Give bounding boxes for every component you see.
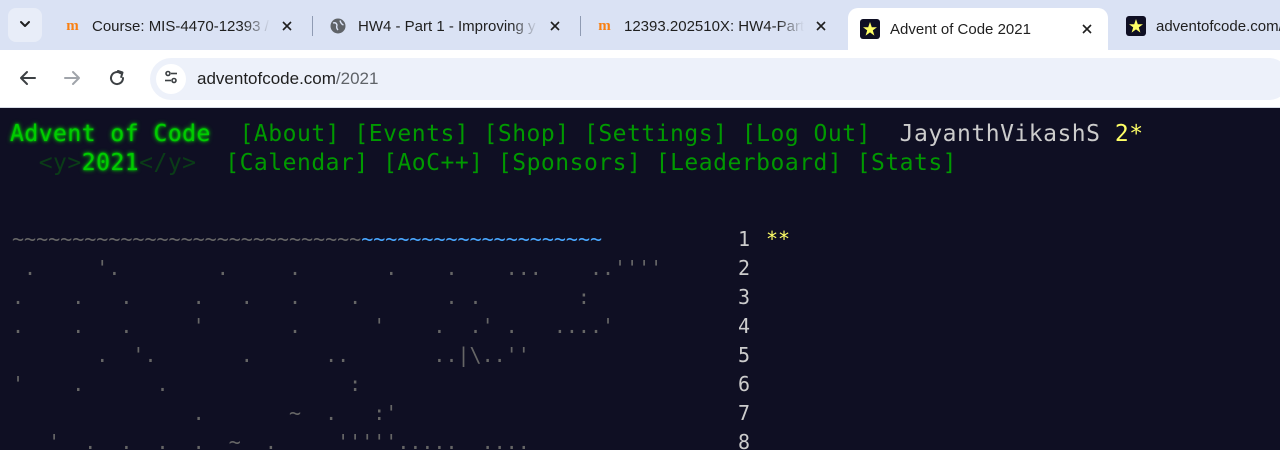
globe-icon	[328, 16, 348, 36]
url-host: adventofcode.com	[197, 69, 336, 88]
ocean-surface: ~~~~~~~~~~~~~~~~~~~~~~~~~~~~~	[12, 227, 362, 251]
calendar-day-4-art: . . . ' . ' . .' . ....'	[12, 314, 615, 338]
close-icon[interactable]	[278, 17, 296, 35]
day-number: 3	[738, 285, 751, 309]
day-number: 4	[738, 314, 751, 338]
aoc-star-icon	[860, 19, 880, 39]
tab-title: Course: MIS-4470-12393 /	[92, 17, 269, 35]
tab-title: adventofcode.com/	[1156, 17, 1280, 35]
tab-separator	[312, 16, 313, 36]
year-link[interactable]: <y>2021</y>	[39, 150, 197, 176]
nav-events[interactable]: [Events]	[354, 121, 469, 147]
moodle-icon: m	[598, 17, 611, 34]
tab-title: HW4 - Part 1 - Improving y	[358, 17, 536, 35]
tab-separator	[580, 16, 581, 36]
day-number: 5	[738, 343, 751, 367]
header-line-1: Advent of Code [About] [Events] [Shop] […	[10, 121, 1144, 147]
nav-shop[interactable]: [Shop]	[484, 121, 570, 147]
address-bar[interactable]: adventofcode.com/2021	[150, 58, 1280, 100]
back-button[interactable]	[11, 63, 45, 97]
aoc-star-icon	[1126, 16, 1146, 36]
username: JayanthVikashS	[899, 121, 1101, 147]
year-tag-close: </y>	[139, 150, 197, 176]
tab-search-button[interactable]	[8, 8, 42, 42]
day-number: 8	[738, 430, 751, 450]
nav-stats[interactable]: [Stats]	[857, 150, 957, 176]
tab-hw4-part1[interactable]: HW4 - Part 1 - Improving y	[316, 8, 576, 44]
site-title-link[interactable]: Advent of Code	[10, 121, 211, 147]
tune-icon	[163, 69, 179, 89]
calendar-day-6-art: ' . . :	[12, 372, 362, 396]
tab-title: 12393.202510X: HW4-Part1	[624, 17, 804, 35]
day-number: 6	[738, 372, 751, 396]
tab-adventofcode[interactable]: adventofcode.com/	[1114, 8, 1280, 44]
nav-calendar[interactable]: [Calendar]	[225, 150, 368, 176]
forward-button[interactable]	[55, 63, 89, 97]
calendar-day-1-art[interactable]: ~~~~~~~~~~~~~~~~~~~~~~~~~~~~~~~~~~~~~~~~…	[12, 225, 602, 254]
close-icon[interactable]	[546, 17, 564, 35]
browser-toolbar: adventofcode.com/2021	[0, 50, 1280, 108]
day-stars: **	[766, 227, 791, 251]
reload-button[interactable]	[100, 63, 134, 97]
aoc-page: Advent of Code [About] [Events] [Shop] […	[0, 109, 1280, 450]
nav-sponsors[interactable]: [Sponsors]	[498, 150, 641, 176]
calendar-day-3-art: . . . . . . . . . :	[12, 285, 590, 309]
nav-aocplusplus[interactable]: [AoC++]	[383, 150, 483, 176]
nav-settings[interactable]: [Settings]	[584, 121, 727, 147]
close-icon[interactable]	[812, 17, 830, 35]
day-number[interactable]: 2	[738, 254, 768, 283]
nav-about[interactable]: [About]	[240, 121, 340, 147]
reload-icon	[107, 68, 127, 92]
tab-hw4-moodle[interactable]: m 12393.202510X: HW4-Part1	[582, 8, 842, 44]
day-number[interactable]: 1	[738, 225, 768, 254]
calendar-day-7-art: . ~ . :'	[12, 401, 398, 425]
calendar-day-8-art: ' . . . . ~ . '''''..... ....	[12, 430, 530, 450]
header-line-2: <y>2021</y> [Calendar] [AoC++] [Sponsors…	[10, 150, 957, 176]
arrow-right-icon	[62, 68, 82, 92]
tab-title: Advent of Code 2021	[890, 20, 1031, 38]
calendar-day-2-art: . '. . . . . ... ..''''	[12, 256, 663, 280]
tab-course[interactable]: m Course: MIS-4470-12393 /	[50, 8, 308, 44]
day-number: 7	[738, 401, 751, 425]
nav-log-out[interactable]: [Log Out]	[742, 121, 871, 147]
close-icon[interactable]	[1078, 20, 1096, 38]
url-path: /2021	[335, 69, 379, 88]
moodle-icon: m	[66, 17, 79, 34]
calendar-day-5-art: . '. . .. ..|\..''	[12, 343, 530, 367]
ocean-waves: ~~~~~~~~~~~~~~~~~~~~	[361, 227, 603, 251]
year-tag-open: <y>	[38, 150, 82, 176]
tab-strip: m Course: MIS-4470-12393 / HW4 - Part 1 …	[0, 0, 1280, 50]
chevron-down-icon	[18, 16, 32, 35]
arrow-left-icon	[18, 68, 38, 92]
tab-advent-of-code[interactable]: Advent of Code 2021	[848, 8, 1108, 50]
year-value: 2021	[81, 150, 140, 176]
url-text: adventofcode.com/2021	[197, 69, 378, 89]
site-info-button[interactable]	[156, 64, 186, 94]
nav-leaderboard[interactable]: [Leaderboard]	[656, 150, 843, 176]
star-count: 2*	[1114, 121, 1144, 147]
